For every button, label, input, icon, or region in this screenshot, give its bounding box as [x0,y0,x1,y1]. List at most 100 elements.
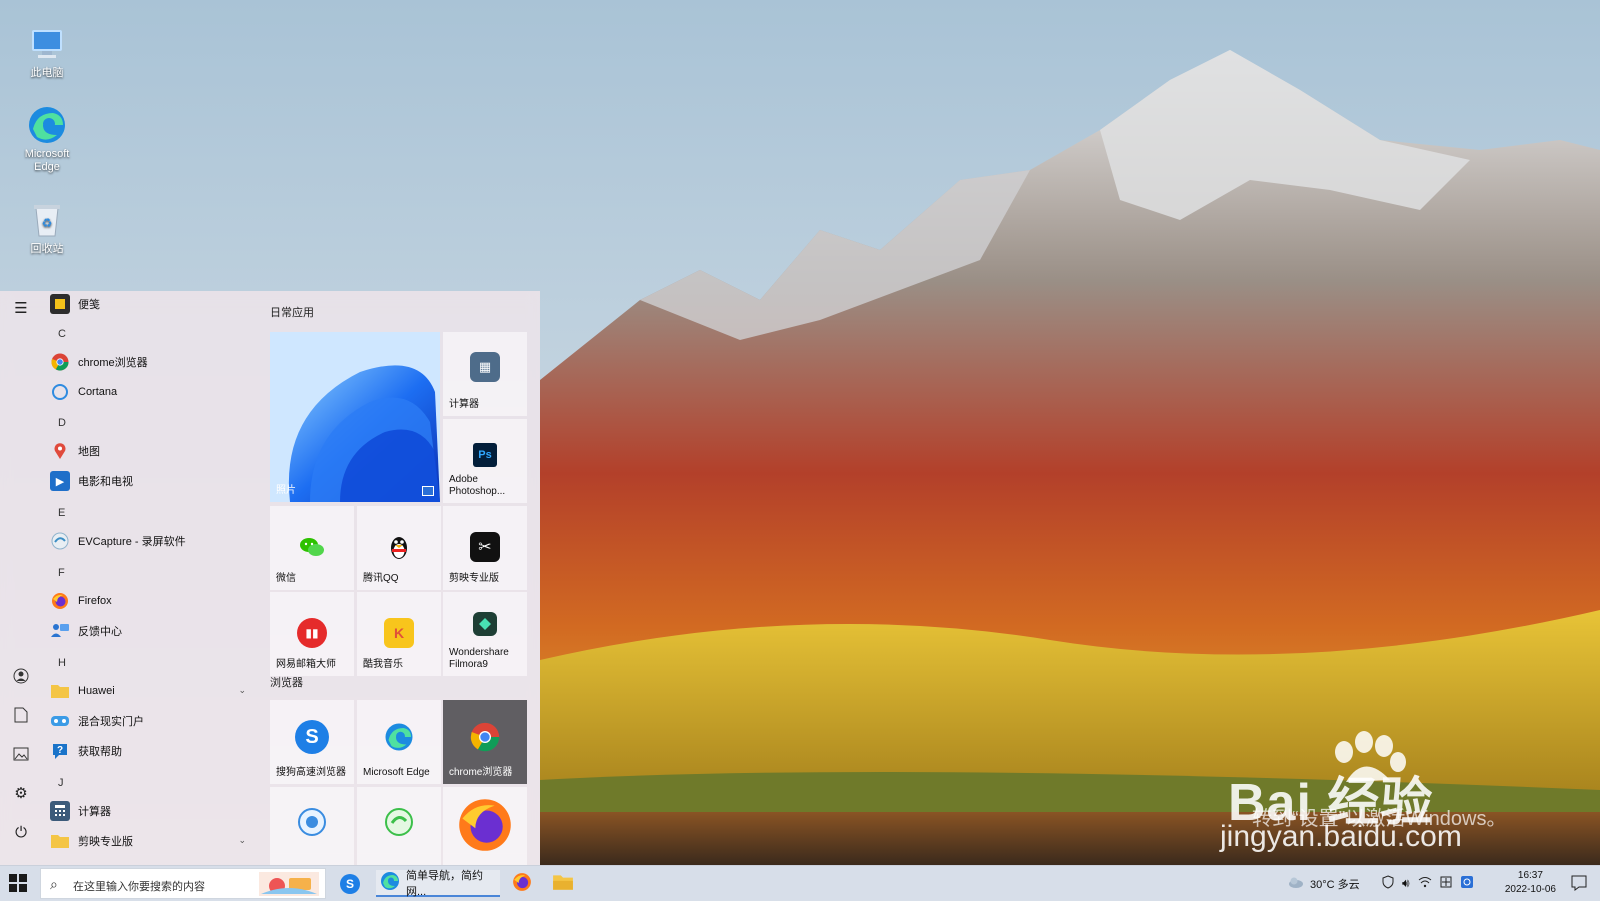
network-icon[interactable] [1418,876,1432,891]
taskbar-file-explorer[interactable] [552,870,574,897]
app-item-chrome[interactable]: chrome浏览器 [50,349,250,375]
windows-start-icon[interactable] [8,873,30,895]
app-item-maps[interactable]: 地图 [50,438,250,464]
edge-icon [384,722,414,752]
pictures-icon[interactable] [8,741,34,767]
app-item-firefox[interactable]: Firefox [50,588,250,614]
tile-label-line: Adobe [449,474,478,485]
tile-label-line: Wondershare [449,647,509,658]
tile-chrome[interactable]: chrome浏览器 [443,700,527,784]
tile-calculator[interactable]: ▦ 计算器 [443,332,527,416]
desktop-icon-label: 回收站 [30,243,64,255]
section-letter-e[interactable]: E [58,507,65,519]
tile-photoshop[interactable]: Ps Adobe Photoshop... [443,419,527,503]
task-title: 简单导航，简约网... [406,869,483,898]
app-tray-icon[interactable] [1460,875,1474,892]
tile-label: 照片 [276,485,296,496]
hamburger-menu-icon[interactable]: ☰ [8,295,34,321]
tile-wechat[interactable]: 微信 [270,506,354,590]
tile-360-safe[interactable] [357,787,441,865]
photos-badge-icon [422,486,434,496]
app-item-get-help[interactable]: ? 获取帮助 [50,738,250,764]
section-letter-f[interactable]: F [58,567,65,579]
desktop-icon-recycle-bin[interactable]: ♻ 回收站 [16,200,78,256]
watermark-url: jingyan.baidu.com [1220,820,1462,853]
notification-center-icon[interactable] [1570,874,1588,892]
tile-group-title[interactable]: 日常应用 [270,304,314,320]
tile-label-group: Wondershare Filmora9 [449,647,509,671]
desktop-icon-label: 此电脑 [30,67,64,79]
firefox-icon [512,872,532,895]
tile-filmora[interactable]: Wondershare Filmora9 [443,592,527,676]
windows-bloom-image [270,332,440,502]
input-method-icon[interactable] [1440,876,1452,891]
tile-group-title[interactable]: 浏览器 [270,674,303,690]
power-icon[interactable]: ⏻ [8,819,34,845]
recycle-bin-icon: ♻ [27,200,67,240]
cortana-icon [50,382,70,402]
section-letter-j[interactable]: J [58,777,64,789]
wechat-icon [297,532,327,562]
taskbar-edge-window[interactable]: 简单导航，简约网... [376,869,500,898]
filmora-icon [473,612,497,636]
sticky-notes-icon [50,294,70,314]
security-shield-icon[interactable] [1382,875,1394,892]
documents-icon[interactable] [8,702,34,728]
taskbar-sogou-browser[interactable]: S [340,870,360,897]
app-item-sticky-notes[interactable]: 便笺 [50,291,250,317]
taskbar-firefox[interactable] [512,870,532,897]
tile-kuwo-music[interactable]: K 酷我音乐 [357,592,441,676]
calculator-icon [50,801,70,821]
weather-widget[interactable]: 30°C 多云 [1288,866,1360,901]
app-item-jianying-folder[interactable]: 剪映专业版 ⌄ [50,828,250,854]
app-item-huawei-folder[interactable]: Huawei ⌄ [50,678,250,704]
tile-netease-mail[interactable]: ▮▮ 网易邮箱大师 [270,592,354,676]
firefox-icon [50,591,70,611]
evcapture-icon [50,531,70,551]
tile-qq[interactable]: 腾讯QQ [357,506,441,590]
tile-jianying[interactable]: ✂ 剪映专业版 [443,506,527,590]
volume-icon[interactable]: 🔊︎ [1402,876,1410,891]
taskbar-search-box[interactable]: ⌕ 在这里输入你要搜索的内容 [40,868,326,899]
user-account-icon[interactable] [8,663,34,689]
tile-firefox[interactable] [443,787,527,865]
folder-icon [50,831,70,851]
tile-label-line: Filmora9 [449,659,488,670]
desktop-icon-label: Microsoft Edge [24,148,70,173]
start-tiles: 日常应用 照片 ▦ 计算器 Ps Adobe Photoshop... 微信 腾… [262,291,540,865]
all-apps-list: 便笺 C chrome浏览器 Cortana D 地图 ▶ 电影和电视 E EV… [42,291,260,865]
section-letter-d[interactable]: D [58,417,66,429]
section-letter-h[interactable]: H [58,657,66,669]
app-item-feedback-hub[interactable]: 反馈中心 [50,618,250,644]
svg-text:?: ? [57,745,63,756]
browser-360-safe-icon [384,807,414,837]
kuwo-music-icon: K [384,618,414,648]
help-icon: ? [50,741,70,761]
settings-gear-icon[interactable]: ⚙ [8,780,34,806]
sogou-icon: S [340,873,360,894]
search-placeholder: 在这里输入你要搜索的内容 [73,881,205,893]
app-item-evcapture[interactable]: EVCapture - 录屏软件 [50,528,250,554]
chrome-icon [470,722,500,752]
chrome-icon [50,352,70,372]
app-item-cortana[interactable]: Cortana [50,379,250,405]
qq-penguin-icon [384,532,414,562]
tile-sogou-browser[interactable]: S 搜狗高速浏览器 [270,700,354,784]
edge-icon [380,871,400,894]
taskbar-clock[interactable]: 16:37 2022-10-06 [1505,869,1556,897]
tile-label-group: Adobe Photoshop... [449,474,505,498]
app-item-calculator[interactable]: 计算器 [50,798,250,824]
clock-date: 2022-10-06 [1504,884,1556,895]
chevron-down-icon: ⌄ [238,685,246,695]
tile-microsoft-edge[interactable]: Microsoft Edge [357,700,441,784]
edge-icon [27,105,67,145]
tile-360-browser[interactable] [270,787,354,865]
cloud-icon [1288,876,1304,891]
app-item-mixed-reality[interactable]: 混合现实门户 [50,708,250,734]
desktop-icon-edge[interactable]: Microsoft Edge [16,105,78,174]
tile-photos[interactable]: 照片 [270,332,440,502]
desktop-icon-this-pc[interactable]: 此电脑 [16,24,78,80]
folder-icon [552,873,574,894]
section-letter-c[interactable]: C [58,328,66,340]
app-item-movies-tv[interactable]: ▶ 电影和电视 [50,468,250,494]
